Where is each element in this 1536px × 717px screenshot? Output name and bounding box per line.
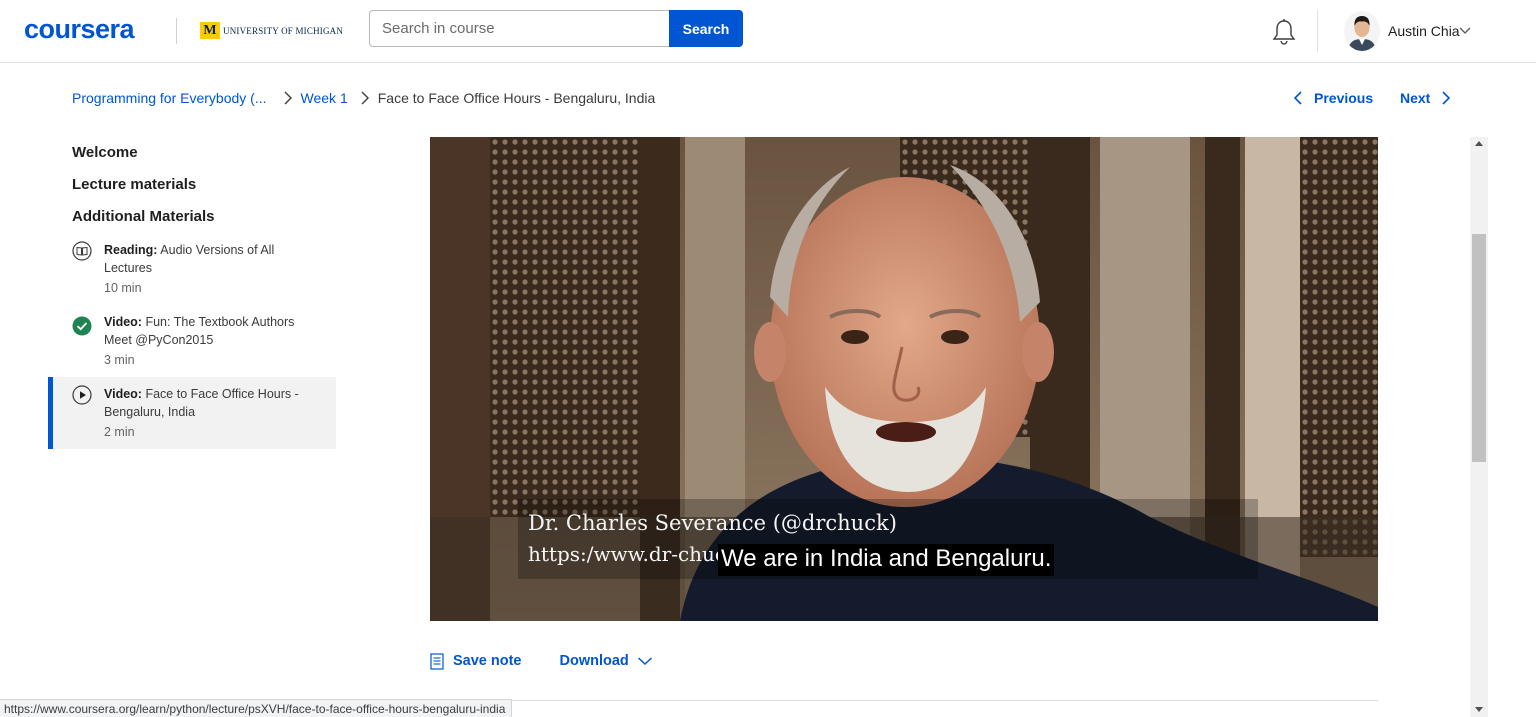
sidebar-item-text: Reading: Audio Versions of All Lectures … xyxy=(104,241,304,297)
header-divider-right xyxy=(1317,10,1318,52)
save-note-button[interactable]: Save note xyxy=(430,652,522,670)
breadcrumb-week-link[interactable]: Week 1 xyxy=(301,90,348,106)
header-divider xyxy=(176,18,177,44)
breadcrumb: Programming for Everybody (... Week 1 Fa… xyxy=(72,88,655,108)
search-input[interactable] xyxy=(369,10,669,47)
video-lower-third-name: Dr. Charles Severance (@drchuck) xyxy=(528,511,897,535)
scroll-down-arrow-icon[interactable] xyxy=(1475,707,1483,712)
note-icon xyxy=(430,652,444,670)
next-label: Next xyxy=(1400,90,1431,106)
scrollbar-thumb[interactable] xyxy=(1472,234,1486,462)
save-note-label: Save note xyxy=(453,653,522,669)
sidebar-item-video-textbook-authors[interactable]: Video: Fun: The Textbook Authors Meet @P… xyxy=(48,312,336,372)
notification-bell-icon[interactable] xyxy=(1271,18,1297,46)
chevron-down-icon xyxy=(637,657,652,666)
item-duration: 10 min xyxy=(104,281,142,295)
breadcrumb-course-link[interactable]: Programming for Everybody (... xyxy=(72,90,267,106)
chevron-down-icon[interactable] xyxy=(1459,25,1471,35)
sidebar-item-text: Video: Fun: The Textbook Authors Meet @P… xyxy=(104,313,304,369)
sidebar-heading-welcome[interactable]: Welcome xyxy=(72,144,138,161)
chevron-right-icon xyxy=(352,90,378,106)
top-header: coursera M UNIVERSITY OF MICHIGAN Search… xyxy=(0,0,1536,63)
sidebar-heading-lecture-materials[interactable]: Lecture materials xyxy=(72,176,196,193)
breadcrumb-current: Face to Face Office Hours - Bengaluru, I… xyxy=(377,90,656,106)
check-circle-icon xyxy=(72,316,92,336)
sidebar-item-video-face-to-face-bengaluru[interactable]: Video: Face to Face Office Hours - Benga… xyxy=(48,377,336,449)
video-actions: Save note Download xyxy=(430,650,653,672)
download-label: Download xyxy=(559,653,629,669)
browser-status-url: https://www.coursera.org/learn/python/le… xyxy=(0,699,513,717)
previous-button[interactable]: Previous xyxy=(1292,88,1373,108)
sidebar-item-text: Video: Face to Face Office Hours - Benga… xyxy=(104,385,304,441)
item-duration: 3 min xyxy=(104,353,135,367)
previous-label: Previous xyxy=(1314,90,1374,106)
download-dropdown[interactable]: Download xyxy=(560,653,653,669)
sidebar-heading-additional-materials[interactable]: Additional Materials xyxy=(72,208,215,225)
page-scrollbar[interactable] xyxy=(1470,137,1488,717)
university-logo[interactable]: M UNIVERSITY OF MICHIGAN xyxy=(200,22,343,39)
video-player[interactable]: Dr. Charles Severance (@drchuck) https:/… xyxy=(430,137,1378,621)
avatar[interactable] xyxy=(1344,11,1380,51)
chevron-right-icon xyxy=(1442,91,1451,105)
user-name[interactable]: Austin Chia xyxy=(1388,23,1460,39)
scroll-up-arrow-icon[interactable] xyxy=(1475,141,1483,146)
item-type: Video: xyxy=(104,315,142,329)
chevron-right-icon xyxy=(275,90,301,106)
chevron-left-icon xyxy=(1293,91,1302,105)
university-name: UNIVERSITY OF MICHIGAN xyxy=(223,25,344,36)
item-type: Reading: xyxy=(104,243,158,257)
item-type: Video: xyxy=(104,387,142,401)
play-circle-icon xyxy=(72,385,92,405)
video-subtitle: We are in India and Bengaluru. xyxy=(718,544,1055,576)
university-m-mark: M xyxy=(200,22,220,39)
search-button[interactable]: Search xyxy=(669,10,743,47)
sidebar-item-reading-audio-versions[interactable]: Reading: Audio Versions of All Lectures … xyxy=(48,240,336,300)
book-icon xyxy=(72,241,92,261)
item-duration: 2 min xyxy=(104,425,135,439)
coursera-logo[interactable]: coursera xyxy=(24,14,135,45)
divider xyxy=(430,700,1378,701)
next-button[interactable]: Next xyxy=(1400,88,1452,108)
